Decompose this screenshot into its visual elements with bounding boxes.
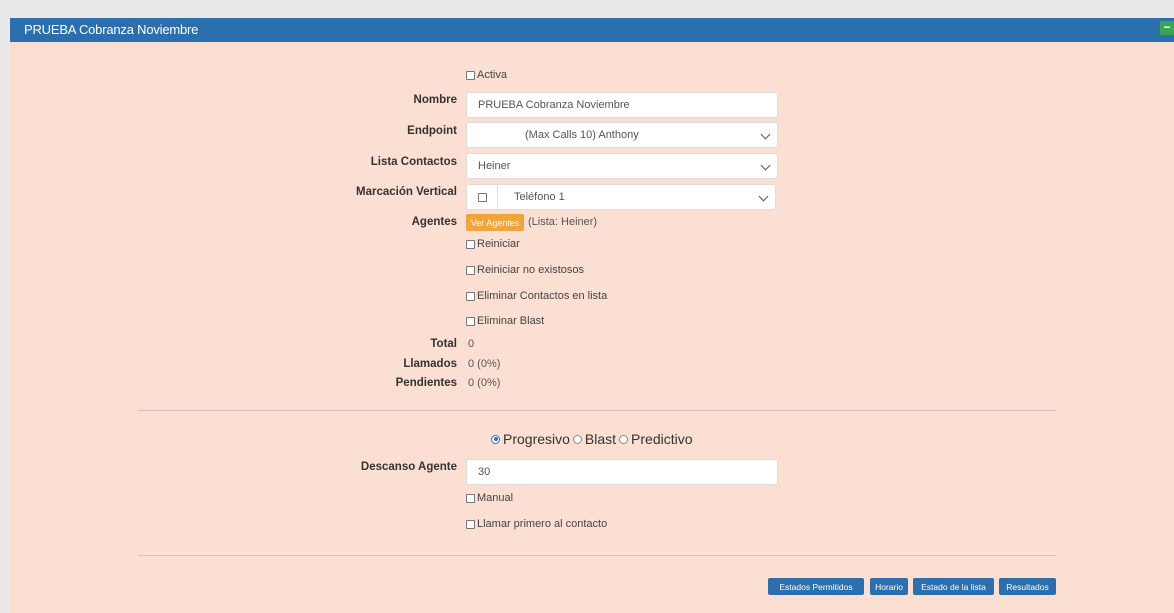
checkbox-box[interactable] — [466, 70, 475, 80]
blast-label[interactable]: Blast — [585, 431, 616, 447]
ver-agentes-button[interactable]: Ver Agentes — [466, 214, 524, 231]
section-divider — [138, 410, 1056, 411]
predictivo-radio[interactable] — [619, 434, 629, 444]
activa-checkbox[interactable]: Activa — [466, 69, 507, 81]
manual-checkbox[interactable]: Manual — [466, 492, 513, 504]
reiniciar-label: Reiniciar — [477, 238, 520, 250]
horario-button[interactable]: Horario — [870, 578, 908, 595]
llamar-primero-label: Llamar primero al contacto — [477, 518, 608, 530]
collapse-button[interactable]: − — [1160, 21, 1174, 35]
manual-label: Manual — [477, 492, 514, 504]
checkbox-box[interactable] — [466, 291, 475, 301]
llamados-label: Llamados — [403, 358, 457, 370]
lista-contactos-select[interactable]: Heiner — [466, 153, 778, 179]
nombre-input[interactable]: PRUEBA Cobranza Noviembre — [466, 92, 778, 118]
chevron-down-icon — [760, 129, 771, 140]
section-divider — [138, 555, 1056, 556]
endpoint-select[interactable]: (Max Calls 10) Anthony — [466, 122, 778, 148]
activa-label: Activa — [477, 69, 507, 81]
campaign-panel: PRUEBA Cobranza Noviembre − Activa Nombr… — [10, 18, 1174, 613]
checkbox-box[interactable] — [466, 265, 475, 275]
marcacion-vertical-group: Teléfono 1 — [466, 184, 776, 210]
descanso-agente-input[interactable]: 30 — [466, 459, 778, 485]
endpoint-value: (Max Calls 10) Anthony — [525, 129, 639, 141]
checkbox-box[interactable] — [466, 493, 475, 503]
endpoint-label: Endpoint — [407, 125, 457, 137]
progresivo-radio[interactable] — [491, 434, 500, 444]
nombre-label: Nombre — [413, 94, 457, 106]
eliminar-blast-label: Eliminar Blast — [477, 315, 545, 327]
chevron-down-icon — [760, 160, 771, 171]
pendientes-value: 0 (0%) — [468, 377, 501, 389]
panel-header: PRUEBA Cobranza Noviembre − — [10, 18, 1174, 42]
reiniciar-no-exitosos-label: Reiniciar no existosos — [477, 264, 584, 276]
marcacion-vertical-label: Marcación Vertical — [356, 186, 457, 198]
checkbox-box[interactable] — [466, 519, 475, 529]
checkbox-box[interactable] — [466, 239, 475, 249]
progresivo-label[interactable]: Progresivo — [503, 431, 570, 447]
descanso-agente-value: 30 — [478, 466, 491, 478]
chevron-down-icon — [758, 191, 769, 202]
total-value: 0 — [468, 338, 475, 350]
eliminar-blast-checkbox[interactable]: Eliminar Blast — [466, 315, 544, 327]
llamar-primero-checkbox[interactable]: Llamar primero al contacto — [466, 518, 607, 530]
lista-contactos-value: Heiner — [478, 160, 511, 172]
marcacion-vertical-value[interactable]: Teléfono 1 — [514, 191, 565, 203]
reiniciar-no-exitosos-checkbox[interactable]: Reiniciar no existosos — [466, 264, 584, 276]
reiniciar-checkbox[interactable]: Reiniciar — [466, 238, 520, 250]
mode-radio-group: Progresivo Blast Predictivo — [488, 431, 693, 447]
estado-lista-button[interactable]: Estado de la lista — [913, 578, 994, 595]
eliminar-contactos-checkbox[interactable]: Eliminar Contactos en lista — [466, 290, 607, 302]
descanso-agente-label: Descanso Agente — [360, 461, 457, 473]
blast-radio[interactable] — [572, 434, 582, 444]
agentes-info: (Lista: Heiner) — [528, 216, 598, 228]
eliminar-contactos-label: Eliminar Contactos en lista — [477, 290, 608, 302]
field-divider — [497, 185, 498, 209]
nombre-value: PRUEBA Cobranza Noviembre — [478, 99, 630, 111]
total-label: Total — [430, 338, 457, 350]
marcacion-vertical-checkbox[interactable] — [478, 192, 487, 202]
llamados-value: 0 (0%) — [468, 358, 501, 370]
lista-contactos-label: Lista Contactos — [370, 156, 457, 168]
agentes-label: Agentes — [411, 216, 457, 228]
checkbox-box[interactable] — [466, 316, 475, 326]
panel-title: PRUEBA Cobranza Noviembre — [24, 22, 199, 37]
estados-permitidos-button[interactable]: Estados Permitidos — [768, 578, 864, 595]
resultados-button[interactable]: Resultados — [999, 578, 1056, 595]
predictivo-label[interactable]: Predictivo — [631, 431, 692, 447]
pendientes-label: Pendientes — [395, 377, 457, 389]
